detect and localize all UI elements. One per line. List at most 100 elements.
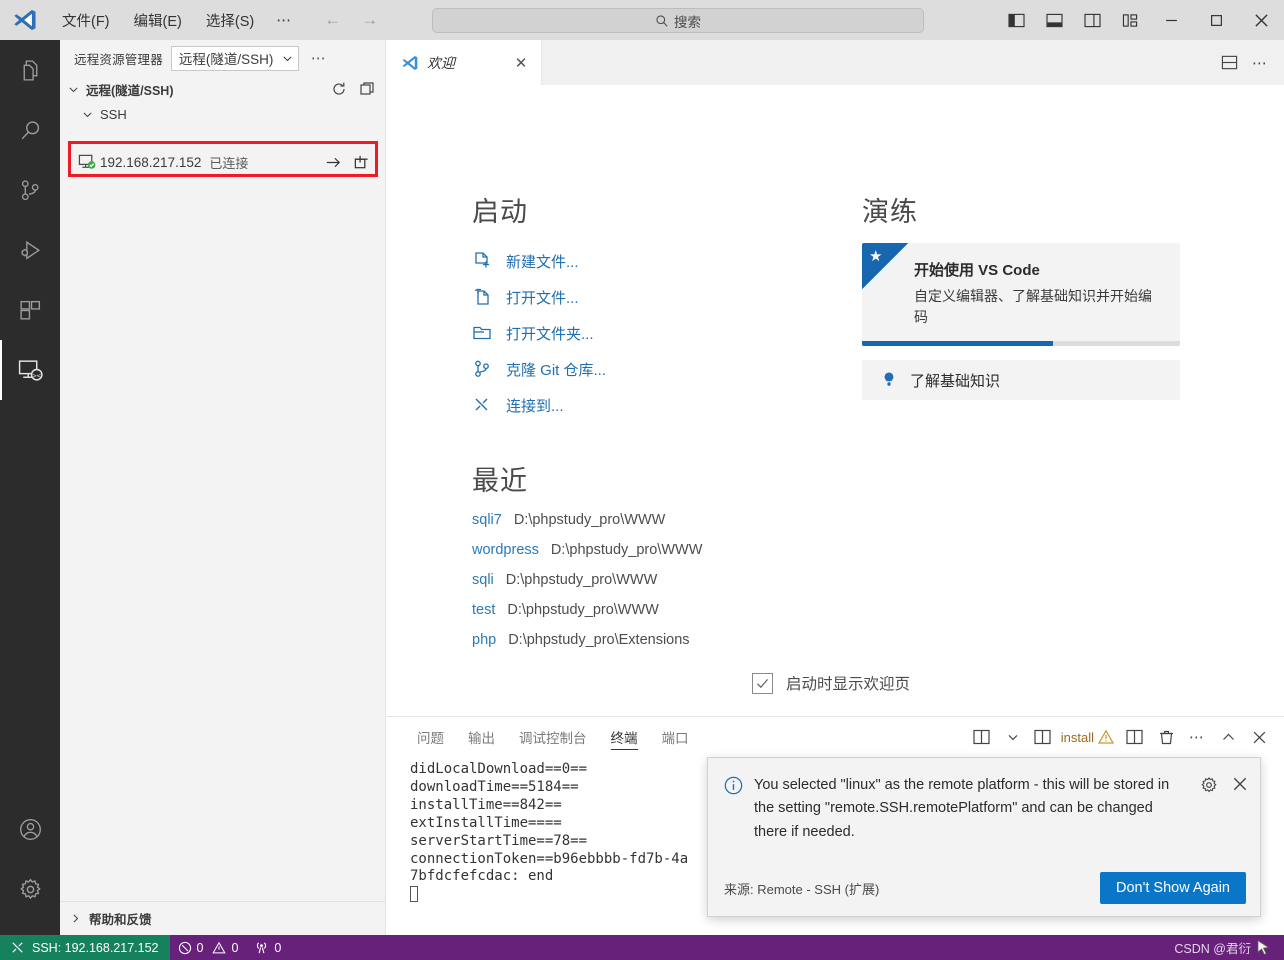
activity-bar: >< bbox=[0, 40, 60, 935]
recent-item[interactable]: sqli D:\phpstudy_pro\WWW bbox=[472, 572, 842, 602]
status-remote-indicator[interactable]: SSH: 192.168.217.152 bbox=[0, 935, 170, 960]
recent-item[interactable]: test D:\phpstudy_pro\WWW bbox=[472, 602, 842, 632]
recent-item[interactable]: php D:\phpstudy_pro\Extensions bbox=[472, 632, 842, 662]
warning-triangle-icon bbox=[212, 941, 227, 955]
status-ports-count: 0 bbox=[274, 940, 282, 955]
terminal-profile-dropdown-button[interactable] bbox=[1000, 724, 1026, 750]
ssh-host-row[interactable]: 192.168.217.152 已连接 bbox=[74, 147, 378, 177]
open-file-icon bbox=[472, 287, 492, 307]
panel-tab-output[interactable]: 输出 bbox=[456, 717, 507, 757]
panel-more-actions-button[interactable]: ⋯ bbox=[1184, 724, 1210, 750]
panel-tab-terminal[interactable]: 终端 bbox=[599, 717, 650, 757]
go-forward-icon[interactable]: → bbox=[361, 10, 378, 30]
toggle-secondary-sidebar-button[interactable] bbox=[1073, 0, 1111, 40]
start-item-new-file[interactable]: 新建文件... bbox=[472, 243, 842, 279]
activitybar-item-manage[interactable] bbox=[0, 859, 60, 919]
go-back-icon[interactable]: ← bbox=[324, 10, 341, 30]
activitybar-item-accounts[interactable] bbox=[0, 799, 60, 859]
window-close-button[interactable] bbox=[1239, 0, 1284, 40]
panel-tab-debug-console[interactable]: 调试控制台 bbox=[507, 717, 599, 757]
new-terminal-button[interactable] bbox=[969, 724, 995, 750]
walkthrough-card-get-started[interactable]: ★ 开始使用 VS Code 自定义编辑器、了解基础知识并开始编码 bbox=[862, 243, 1180, 346]
walkthrough-progress-bar bbox=[862, 341, 1053, 346]
recent-item[interactable]: wordpress D:\phpstudy_pro\WWW bbox=[472, 542, 842, 572]
command-center-search[interactable]: 搜索 bbox=[432, 8, 924, 33]
activitybar-item-run-debug[interactable] bbox=[0, 220, 60, 280]
arrow-right-icon[interactable] bbox=[325, 154, 342, 171]
radio-tower-icon bbox=[254, 940, 269, 955]
customize-layout-button[interactable] bbox=[1111, 0, 1149, 40]
open-new-window-icon[interactable] bbox=[353, 154, 370, 171]
star-icon: ★ bbox=[869, 248, 883, 265]
search-icon bbox=[18, 118, 43, 143]
navigation-buttons: ← → bbox=[324, 10, 378, 30]
show-welcome-on-startup-row[interactable]: 启动时显示欢迎页 bbox=[752, 672, 910, 694]
ssh-group-row[interactable]: SSH bbox=[60, 102, 385, 126]
extensions-icon bbox=[18, 298, 43, 323]
start-item-connect-to[interactable]: 连接到... bbox=[472, 387, 842, 423]
window-minimize-button[interactable] bbox=[1149, 0, 1194, 40]
panel-tab-problems[interactable]: 问题 bbox=[405, 717, 456, 757]
start-item-open-file[interactable]: 打开文件... bbox=[472, 279, 842, 315]
recent-item-path: D:\phpstudy_pro\WWW bbox=[513, 512, 666, 528]
activitybar-item-explorer[interactable] bbox=[0, 40, 60, 100]
start-item-clone-git[interactable]: 克隆 Git 仓库... bbox=[472, 351, 842, 387]
status-ports[interactable]: 0 bbox=[246, 935, 289, 960]
activitybar-item-extensions[interactable] bbox=[0, 280, 60, 340]
menu-bar: 文件(F) 编辑(E) 选择(S) ⋯ bbox=[50, 0, 302, 40]
window-maximize-button[interactable] bbox=[1194, 0, 1239, 40]
highlight-annotation: 192.168.217.152 已连接 bbox=[68, 141, 378, 177]
gear-icon[interactable] bbox=[1200, 776, 1218, 794]
recent-item-path: D:\phpstudy_pro\WWW bbox=[507, 602, 659, 618]
open-folder-icon bbox=[472, 323, 492, 343]
toggle-panel-button[interactable] bbox=[1035, 0, 1073, 40]
tab-close-icon[interactable]: ✕ bbox=[511, 54, 531, 72]
terminal-instance-install[interactable]: install bbox=[1031, 724, 1117, 750]
start-item-open-folder[interactable]: 打开文件夹... bbox=[472, 315, 842, 351]
kill-terminal-button[interactable] bbox=[1153, 724, 1179, 750]
status-problems[interactable]: 0 0 bbox=[170, 935, 247, 960]
recent-item[interactable]: sqli7 D:\phpstudy_pro\WWW bbox=[472, 512, 842, 542]
status-bar: SSH: 192.168.217.152 0 0 0 CSDN @君衍 bbox=[0, 935, 1284, 960]
ssh-group-label: SSH bbox=[100, 106, 127, 122]
refresh-icon[interactable] bbox=[331, 81, 347, 97]
menu-edit[interactable]: 编辑(E) bbox=[123, 6, 193, 35]
error-circle-icon bbox=[178, 941, 192, 955]
editor-tab-bar: 欢迎 ✕ ⋯ bbox=[387, 40, 1284, 85]
new-file-icon bbox=[472, 251, 492, 271]
remote-tunnels-section-header[interactable]: 远程(隧道/SSH) bbox=[60, 76, 385, 102]
dont-show-again-button[interactable]: Don't Show Again bbox=[1099, 872, 1246, 904]
editor-more-actions-icon[interactable]: ⋯ bbox=[1252, 54, 1268, 72]
walkthrough-item-learn-fundamentals[interactable]: 了解基础知识 bbox=[862, 360, 1180, 400]
start-heading: 启动 bbox=[472, 197, 528, 227]
recent-item-name: wordpress bbox=[472, 542, 539, 558]
remote-provider-select[interactable]: 远程(隧道/SSH) bbox=[170, 45, 299, 71]
menu-selection[interactable]: 选择(S) bbox=[195, 6, 265, 35]
sidebar-title: 远程资源管理器 bbox=[74, 52, 163, 67]
recent-item-name: test bbox=[472, 602, 496, 618]
close-icon[interactable] bbox=[1232, 776, 1248, 792]
files-icon bbox=[18, 58, 43, 83]
activitybar-item-search[interactable] bbox=[0, 100, 60, 160]
split-terminal-button[interactable] bbox=[1122, 724, 1148, 750]
notification-toast: You selected "linux" as the remote platf… bbox=[707, 757, 1261, 917]
close-panel-button[interactable] bbox=[1246, 724, 1272, 750]
panel-tab-ports[interactable]: 端口 bbox=[650, 717, 701, 757]
menu-file[interactable]: 文件(F) bbox=[51, 6, 121, 35]
sidebar-more-actions-icon[interactable]: ⋯ bbox=[307, 49, 331, 67]
new-window-icon[interactable] bbox=[359, 81, 375, 97]
search-icon bbox=[655, 14, 669, 28]
activitybar-item-source-control[interactable] bbox=[0, 160, 60, 220]
ssh-host-state: 已连接 bbox=[209, 155, 249, 171]
tab-welcome[interactable]: 欢迎 ✕ bbox=[387, 40, 542, 85]
split-editor-icon[interactable] bbox=[1221, 54, 1238, 71]
notification-message: You selected "linux" as the remote platf… bbox=[754, 777, 1170, 840]
help-and-feedback-section[interactable]: 帮助和反馈 bbox=[60, 901, 385, 935]
maximize-panel-button[interactable] bbox=[1215, 724, 1241, 750]
activitybar-item-remote-explorer[interactable]: >< bbox=[0, 340, 60, 400]
remote-connect-icon bbox=[472, 395, 492, 415]
menu-overflow-icon[interactable]: ⋯ bbox=[266, 7, 302, 33]
gear-icon bbox=[18, 877, 43, 902]
toggle-primary-sidebar-button[interactable] bbox=[997, 0, 1035, 40]
show-welcome-on-startup-checkbox[interactable] bbox=[752, 672, 773, 694]
